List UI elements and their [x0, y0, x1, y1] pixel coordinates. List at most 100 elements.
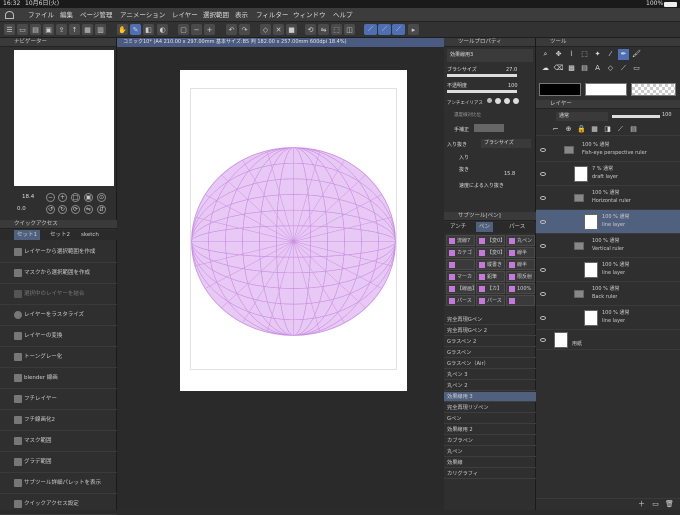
subtool-tab-anti[interactable]: アンチ [447, 222, 469, 232]
layer-opacity-value[interactable]: 100 [662, 112, 672, 118]
visibility-icon[interactable] [540, 338, 546, 342]
select-icon[interactable]: ⬚ [579, 49, 590, 60]
navigator-preview[interactable] [14, 50, 114, 186]
brush-size-slider[interactable] [447, 74, 517, 77]
subtool-grid-item[interactable] [506, 295, 535, 306]
subtool-list-item[interactable]: 効果線用 2 [444, 425, 536, 435]
subtool-list-item[interactable]: Gラスペン（Air） [444, 359, 536, 369]
sub-color-swatch[interactable] [585, 83, 627, 96]
canvas-area[interactable]: コミック10* (A4 210.00 x 297.00mm 基本サイズ:B5 判… [117, 38, 444, 510]
subtool-grid-item[interactable]: 100% [506, 283, 535, 294]
menu-filter[interactable]: フィルター [256, 8, 288, 22]
transparent-color-swatch[interactable] [631, 83, 676, 96]
subtool-grid-item[interactable]: 鉛筆 [476, 271, 505, 282]
subtool-grid-item[interactable]: パース [476, 295, 505, 306]
subtool-list-item[interactable]: 丸ペン [444, 447, 536, 457]
nav-rotation-value[interactable]: 0.0 [17, 206, 26, 212]
rotate-icon[interactable]: ⟲ [305, 24, 316, 35]
layer-row[interactable]: 100 % 通常 Horizontal ruler [536, 186, 680, 210]
nav-flip-h-icon[interactable]: ⇋ [84, 205, 93, 214]
canvas-page[interactable] [180, 70, 407, 391]
subtool-grid-item[interactable]: 【変0】 [476, 247, 505, 258]
opacity-slider[interactable] [447, 90, 517, 93]
subtool-list-item[interactable]: 効果線 [444, 458, 536, 468]
more-icon[interactable]: ▸ [408, 24, 419, 35]
new-layer-icon[interactable]: ＋ [636, 499, 647, 510]
subtool-grid-item[interactable]: カテゴ [446, 247, 475, 258]
upload-icon[interactable]: ↑ [69, 24, 80, 35]
nav-zoom-out-icon[interactable]: − [46, 193, 55, 202]
ruler-icon[interactable]: ⟋ [618, 63, 629, 74]
pen-icon[interactable]: ✒ [618, 49, 629, 60]
visibility-icon[interactable] [540, 316, 546, 320]
subtool-tab-pen[interactable]: ペン [476, 222, 494, 232]
gradient-icon[interactable]: ▤ [579, 63, 590, 74]
nav-rotate-reset-icon[interactable]: ⟳ [71, 205, 80, 214]
lock-alpha-icon[interactable]: ▦ [589, 124, 600, 135]
color-icon[interactable]: ◐ [157, 24, 168, 35]
menu-layer[interactable]: レイヤー [172, 8, 198, 22]
menu-help[interactable]: ヘルプ [333, 8, 353, 22]
visibility-icon[interactable] [540, 292, 546, 296]
subtool-list-item[interactable]: 完全再現Gペン [444, 315, 536, 325]
qa-item[interactable]: マスク範囲 [0, 431, 117, 452]
visibility-icon[interactable] [540, 148, 546, 152]
antialias-strong[interactable] [513, 98, 519, 104]
subtool-grid-item[interactable]: マーカ [446, 271, 475, 282]
layer-row[interactable]: 100 % 通常 line layer [536, 306, 680, 330]
quick-icon[interactable]: ◧ [143, 24, 154, 35]
snap-special-ruler-icon[interactable]: ⟋ [378, 24, 391, 35]
qa-item[interactable]: 選択中のレイヤーを結合 [0, 284, 117, 305]
deselect-icon[interactable]: ⬚ [331, 24, 342, 35]
menu-animation[interactable]: アニメーション [120, 8, 165, 22]
mask-enable-icon[interactable]: ◨ [602, 124, 613, 135]
subtool-grid-item[interactable]: 【カ】 [476, 283, 505, 294]
lasso-icon[interactable]: ⌇ [566, 49, 577, 60]
subtool-grid-item[interactable]: 線半 [506, 247, 535, 258]
nav-rotate-left-icon[interactable]: ↺ [46, 205, 55, 214]
subtool-list-item[interactable]: 完全再現Gペン 2 [444, 326, 536, 336]
qa-item[interactable]: レイヤーの変換 [0, 326, 117, 347]
qa-item[interactable]: クイックアクセス設定 [0, 494, 117, 515]
zoom-icon[interactable]: ⌕ [540, 49, 551, 60]
subtool-list-item[interactable]: Gラスペン [444, 348, 536, 358]
fit-icon[interactable]: ▢ [178, 24, 189, 35]
subtool-tab-perspective[interactable]: パース [506, 222, 528, 232]
nav-actual-icon[interactable]: ▣ [84, 193, 93, 202]
blend-mode-dropdown[interactable]: 通常 [556, 112, 608, 121]
qa-item[interactable]: レイヤーから選択範囲を作成 [0, 242, 117, 263]
layer-row[interactable]: 100 % 通常 Fish-eye perspective ruler [536, 138, 680, 162]
layer-row[interactable]: 7 % 通常 draft layer [536, 162, 680, 186]
delete-layer-icon[interactable]: 🗑 [664, 499, 675, 510]
fill-icon[interactable]: ▩ [566, 63, 577, 74]
subtool-grid-item[interactable] [446, 259, 475, 270]
qa-item[interactable]: グラデ範囲 [0, 452, 117, 473]
subtool-list-item[interactable]: 完全再現リゾペン [444, 403, 536, 413]
antialias-mid[interactable] [504, 98, 510, 104]
qa-item[interactable]: マスクから選択範囲を作成 [0, 263, 117, 284]
grid-icon[interactable]: ▥ [95, 24, 106, 35]
subtool-grid-item[interactable]: 線半 [506, 259, 535, 270]
subtool-list-item[interactable]: カリグラフィ [444, 469, 536, 479]
qa-tab-set1[interactable]: セット1 [14, 230, 40, 240]
flip-icon[interactable]: ⇋ [318, 24, 329, 35]
eraser-icon[interactable]: ⌫ [553, 63, 564, 74]
speed-label[interactable]: 速度による入り抜き [459, 182, 504, 189]
lock-icon[interactable]: 🔒 [576, 124, 587, 135]
reference-icon[interactable]: ⊕ [563, 124, 574, 135]
visibility-icon[interactable] [540, 244, 546, 248]
wand-icon[interactable]: ✦ [592, 49, 603, 60]
subtool-grid-item[interactable]: 縦書き [476, 259, 505, 270]
zoom-in-icon[interactable]: + [204, 24, 215, 35]
nav-fit-icon[interactable]: □ [71, 193, 80, 202]
subtool-list-item[interactable]: Gペン [444, 414, 536, 424]
layout-icon[interactable]: ▦ [82, 24, 93, 35]
visibility-icon[interactable] [540, 172, 546, 176]
qa-item[interactable]: フチ線画化2 [0, 410, 117, 431]
nav-flip-v-icon[interactable]: ⇵ [97, 205, 106, 214]
menu-file[interactable]: ファイル [28, 8, 54, 22]
open-icon[interactable]: ▤ [30, 24, 41, 35]
eyedropper-icon[interactable]: ⁄ [605, 49, 616, 60]
visibility-icon[interactable] [540, 268, 546, 272]
pen-tool-icon[interactable]: ✎ [130, 24, 141, 35]
